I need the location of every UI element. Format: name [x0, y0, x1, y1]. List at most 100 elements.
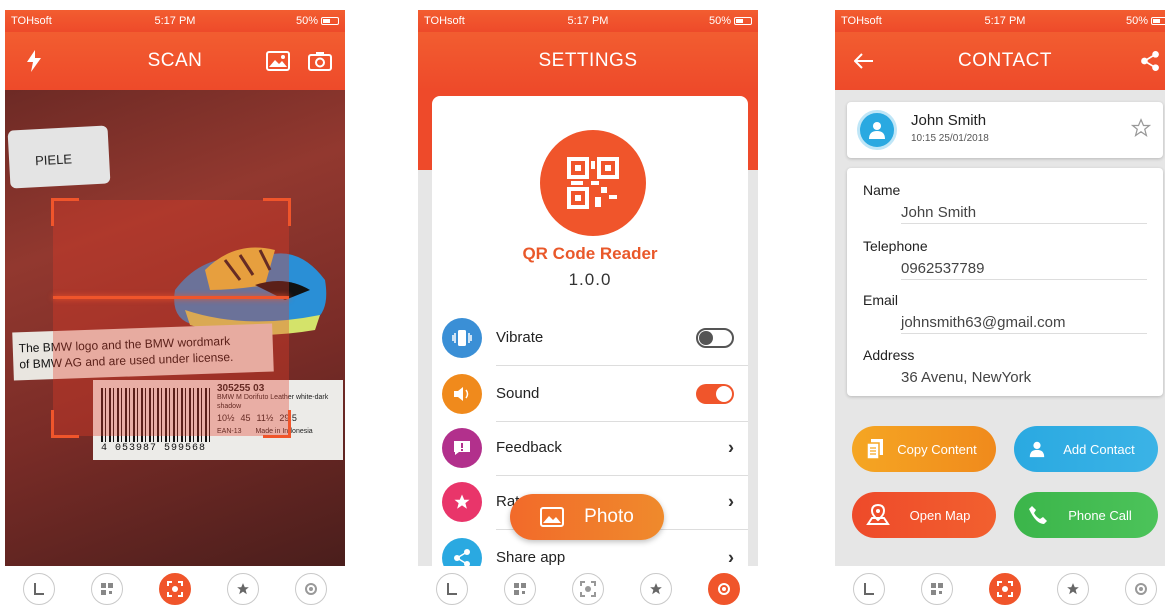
frame-corner-tl	[51, 198, 79, 226]
phone-call-button[interactable]: Phone Call	[1014, 492, 1158, 538]
settings-row-feedback[interactable]: Feedback ›	[442, 420, 748, 476]
clock: 5:17 PM	[154, 15, 196, 27]
contact-details-card: Name John Smith Telephone 0962537789 Ema…	[847, 168, 1163, 396]
tab-settings[interactable]	[1125, 573, 1157, 605]
back-button[interactable]	[849, 46, 879, 76]
phone-icon	[1029, 506, 1047, 524]
feedback-icon-badge	[442, 428, 482, 468]
contact-timestamp: 10:15 25/01/2018	[911, 133, 989, 144]
app-name: QR Code Reader	[522, 244, 658, 263]
settings-screen: TOHsoft 5:17 PM 50% SETTINGS QR Code Rea…	[418, 10, 758, 612]
image-icon	[266, 51, 290, 71]
tab-favorites[interactable]	[1057, 573, 1089, 605]
clock: 5:17 PM	[567, 15, 609, 27]
speaker-icon	[454, 387, 469, 401]
scan-frame	[51, 198, 291, 438]
camera-preview[interactable]: PIELE The BMW logo and the BMW wordmark …	[5, 90, 345, 566]
field-name: Name John Smith	[863, 168, 1147, 224]
favorite-icon	[237, 583, 249, 595]
phone-call-label: Phone Call	[1068, 507, 1132, 523]
contact-screen: TOHsoft 5:17 PM 50% CONTACT John Smith 1…	[835, 10, 1165, 612]
status-bar: TOHsoft 5:17 PM 50%	[835, 10, 1165, 32]
vibrate-toggle[interactable]	[696, 328, 734, 348]
contact-header: CONTACT	[835, 32, 1165, 90]
tab-favorites[interactable]	[227, 573, 259, 605]
battery-icon	[1150, 17, 1165, 26]
tab-scan[interactable]	[159, 573, 191, 605]
frame-corner-br	[263, 410, 291, 438]
barcode-number: 4 053987 599568	[101, 443, 207, 454]
feedback-label: Feedback	[496, 420, 748, 476]
contact-summary-card: John Smith 10:15 25/01/2018	[847, 102, 1163, 158]
battery-percent: 50%	[1125, 15, 1148, 27]
settings-icon	[1135, 583, 1147, 595]
tab-history[interactable]	[853, 573, 885, 605]
rate-icon-badge	[442, 482, 482, 522]
copy-icon	[866, 439, 883, 460]
tab-bar	[5, 566, 345, 612]
frame-corner-bl	[51, 410, 79, 438]
map-pin-icon	[866, 504, 890, 525]
tab-scan[interactable]	[989, 573, 1021, 605]
tab-favorites[interactable]	[640, 573, 672, 605]
tab-generate[interactable]	[504, 573, 536, 605]
field-address: Address 36 Avenu, NewYork	[863, 333, 1147, 387]
field-name-label: Name	[863, 182, 901, 198]
app-version: 1.0.0	[568, 270, 612, 289]
page-title: SETTINGS	[538, 50, 638, 71]
history-icon	[864, 583, 874, 595]
page-title: CONTACT	[958, 50, 1052, 71]
copy-content-button[interactable]: Copy Content	[852, 426, 996, 472]
tab-scan[interactable]	[572, 573, 604, 605]
scan-header: SCAN	[5, 32, 345, 90]
share-icon	[454, 549, 470, 567]
photo-button[interactable]: Photo	[510, 494, 664, 540]
field-email-value: johnsmith63@gmail.com	[901, 314, 1066, 331]
add-user-icon	[1029, 441, 1045, 458]
share-button[interactable]	[1137, 48, 1163, 74]
chevron-right-icon: ›	[728, 437, 734, 458]
tab-generate[interactable]	[921, 573, 953, 605]
carrier: TOHsoft	[841, 15, 882, 27]
qr-generate-icon	[931, 583, 943, 595]
avatar	[857, 110, 897, 150]
field-telephone: Telephone 0962537789	[863, 224, 1147, 280]
tab-generate[interactable]	[91, 573, 123, 605]
open-map-button[interactable]: Open Map	[852, 492, 996, 538]
scan-icon	[997, 581, 1013, 597]
tab-history[interactable]	[23, 573, 55, 605]
history-icon	[447, 583, 457, 595]
field-telephone-label: Telephone	[863, 238, 928, 254]
scan-icon	[167, 581, 183, 597]
status-bar: TOHsoft 5:17 PM 50%	[5, 10, 345, 32]
tab-history[interactable]	[436, 573, 468, 605]
field-telephone-value: 0962537789	[901, 260, 985, 277]
camera-icon	[308, 52, 332, 71]
tab-bar	[835, 566, 1165, 612]
switch-camera-button[interactable]	[307, 48, 333, 74]
star-outline-icon[interactable]	[1131, 118, 1151, 138]
add-contact-button[interactable]: Add Contact	[1014, 426, 1158, 472]
tab-settings[interactable]	[708, 573, 740, 605]
qr-code-icon	[567, 157, 619, 209]
settings-icon	[718, 583, 730, 595]
battery: 50%	[230, 15, 339, 27]
sound-toggle[interactable]	[696, 384, 734, 404]
page-title: SCAN	[147, 50, 203, 71]
field-address-label: Address	[863, 347, 915, 363]
settings-row-vibrate[interactable]: Vibrate	[442, 310, 748, 366]
settings-row-sound[interactable]: Sound	[442, 366, 748, 422]
star-icon	[454, 494, 470, 509]
carrier: TOHsoft	[424, 15, 465, 27]
header-actions	[265, 46, 333, 76]
clock: 5:17 PM	[984, 15, 1026, 27]
carrier: TOHsoft	[11, 15, 52, 27]
feedback-icon	[454, 441, 470, 455]
tab-settings[interactable]	[295, 573, 327, 605]
gallery-button[interactable]	[265, 48, 291, 74]
paper-tag-label: PIELE	[34, 151, 73, 169]
open-map-label: Open Map	[909, 507, 971, 523]
flash-button[interactable]	[19, 46, 49, 76]
frame-corner-tr	[263, 198, 291, 226]
settings-header: SETTINGS	[418, 32, 758, 90]
